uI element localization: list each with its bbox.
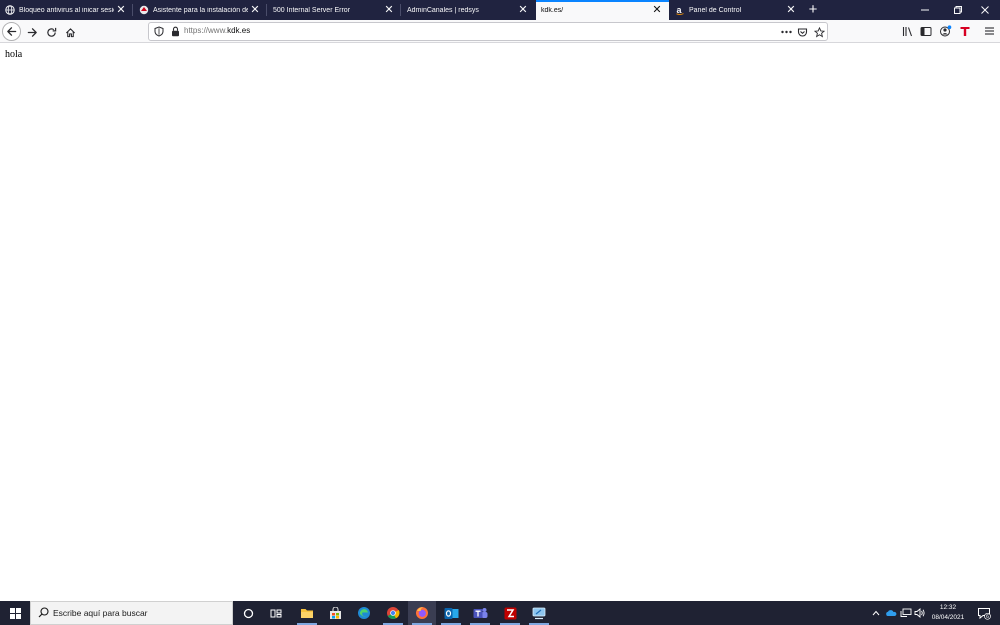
close-tab-icon[interactable]: ✕ (114, 3, 128, 17)
clock-time: 12:32 (939, 604, 957, 611)
close-tab-icon[interactable]: ✕ (516, 3, 530, 17)
tab-title: Bloqueo antivirus al inicar sesión (19, 6, 114, 14)
extension-t-icon[interactable] (957, 23, 973, 39)
reload-icon (46, 27, 56, 37)
start-button[interactable] (0, 601, 30, 625)
menu-icon[interactable] (981, 23, 997, 39)
tab-admincanales[interactable]: AdminCanales | redsys ✕ (402, 0, 535, 20)
file-explorer-icon[interactable] (293, 601, 321, 625)
tab-title: 500 Internal Server Error (273, 6, 351, 14)
tab-title: kdk.es/ (541, 6, 564, 14)
reload-button[interactable] (41, 22, 61, 42)
url-host: kdk.es (227, 26, 251, 35)
minimize-icon[interactable] (910, 0, 940, 20)
task-view-icon[interactable] (262, 601, 290, 625)
search-icon (38, 607, 49, 621)
teams-icon[interactable] (466, 601, 494, 625)
windows-logo-icon (9, 607, 21, 619)
bookmark-star-icon[interactable] (812, 25, 826, 39)
taskbar-search-box[interactable]: Escribe aquí para buscar (30, 601, 233, 625)
close-tab-icon[interactable]: ✕ (650, 3, 664, 17)
filezilla-icon[interactable] (496, 601, 524, 625)
amazon-icon: a (675, 5, 685, 15)
firefox-icon[interactable] (408, 601, 436, 625)
restore-icon[interactable] (943, 0, 973, 20)
outlook-icon[interactable] (437, 601, 465, 625)
notification-center-button[interactable]: 6 (972, 601, 996, 625)
navigation-toolbar: https://www.kdk.es (0, 20, 1000, 43)
page-content: hola (0, 44, 1000, 601)
tab-asistente-instalacion[interactable]: Asistente para la instalación de ✕ (134, 0, 267, 20)
close-tab-icon[interactable]: ✕ (382, 3, 396, 17)
url-scheme: https://www. (184, 26, 228, 35)
svg-text:a: a (677, 5, 683, 15)
globe-icon (5, 5, 15, 15)
remote-desktop-icon[interactable] (525, 601, 553, 625)
network-icon[interactable] (899, 601, 913, 625)
notification-count: 6 (986, 614, 989, 620)
pocket-icon[interactable] (795, 25, 809, 39)
forward-arrow-icon (27, 27, 37, 37)
cortana-icon[interactable] (234, 601, 262, 625)
onedrive-icon[interactable] (884, 601, 898, 625)
address-bar[interactable]: https://www.kdk.es (148, 22, 828, 41)
library-icon[interactable] (900, 23, 916, 39)
show-hidden-icons-chevron-up-icon[interactable] (870, 601, 882, 625)
tab-500-error[interactable]: 500 Internal Server Error ✕ (268, 0, 401, 20)
search-placeholder: Escribe aquí para buscar (53, 608, 148, 618)
tab-kdk[interactable]: kdk.es/ ✕ (536, 0, 669, 20)
tab-title: Panel de Control (689, 6, 742, 14)
clock-date: 08/04/2021 (931, 614, 965, 621)
account-sync-icon[interactable] (937, 23, 953, 39)
page-body-text: hola (5, 49, 23, 60)
new-tab-button[interactable]: + (805, 2, 821, 18)
tab-title: Asistente para la instalación de (153, 6, 248, 14)
url-text[interactable]: https://www.kdk.es (184, 26, 250, 35)
tab-bloqueo-antivirus[interactable]: Bloqueo antivirus al inicar sesión ✕ (0, 0, 133, 20)
notification-icon: 6 (978, 607, 991, 620)
edge-icon[interactable] (350, 601, 378, 625)
lock-icon[interactable] (171, 26, 180, 40)
forward-button[interactable] (22, 22, 42, 42)
close-window-icon[interactable] (970, 0, 1000, 20)
redsys-icon (139, 5, 149, 15)
volume-icon[interactable] (913, 601, 927, 625)
tracking-protection-icon[interactable] (154, 26, 164, 40)
page-actions-icon[interactable] (779, 25, 793, 39)
system-clock[interactable]: 12:32 08/04/2021 (928, 603, 968, 623)
home-icon (65, 27, 75, 37)
close-tab-icon[interactable]: ✕ (248, 3, 262, 17)
chrome-icon[interactable] (379, 601, 407, 625)
windows-taskbar: Escribe aquí para buscar 12:32 08/04/202… (0, 601, 1000, 625)
back-button[interactable] (2, 22, 21, 41)
sidebar-icon[interactable] (918, 23, 934, 39)
store-icon[interactable] (321, 601, 349, 625)
home-button[interactable] (60, 22, 80, 42)
tab-title: AdminCanales | redsys (407, 6, 479, 14)
close-tab-icon[interactable]: ✕ (784, 3, 798, 17)
back-arrow-icon (7, 27, 17, 36)
tab-panel-de-control[interactable]: a Panel de Control ✕ (670, 0, 803, 20)
tab-strip: Bloqueo antivirus al inicar sesión ✕ Asi… (0, 0, 1000, 20)
